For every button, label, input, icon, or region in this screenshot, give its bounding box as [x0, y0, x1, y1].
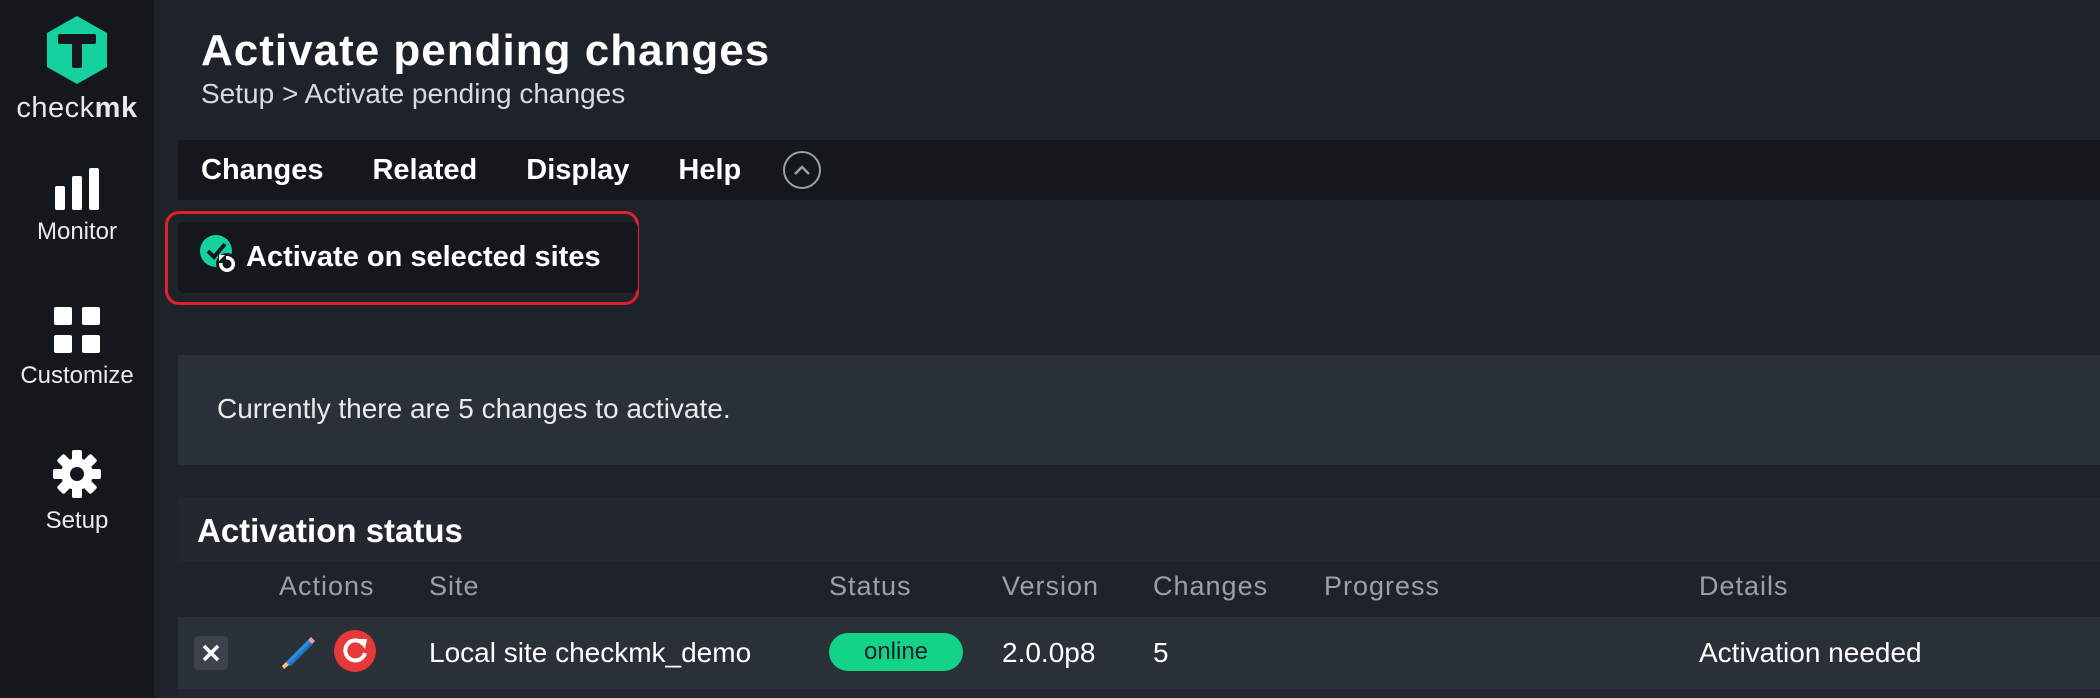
- close-icon: [202, 644, 220, 662]
- activation-status-title: Activation status: [197, 512, 463, 549]
- column-header-version: Version: [1002, 571, 1100, 601]
- edit-site-button[interactable]: [278, 633, 320, 678]
- logo-text: checkmk: [16, 92, 138, 124]
- site-details: Activation needed: [1699, 637, 1922, 668]
- sidebar-item-monitor[interactable]: Monitor: [0, 168, 154, 246]
- activate-selected-sites-label: Activate on selected sites: [246, 241, 601, 273]
- checkmk-logo-icon: [47, 16, 107, 84]
- restart-icon: [343, 638, 367, 663]
- site-select-checkbox[interactable]: [194, 636, 228, 670]
- menu-display[interactable]: Display: [526, 154, 629, 187]
- checkmk-logo[interactable]: checkmk: [0, 14, 154, 125]
- breadcrumb-setup-link[interactable]: Setup: [201, 78, 274, 109]
- site-changes-count: 5: [1153, 637, 1169, 668]
- column-header-details: Details: [1699, 571, 1789, 601]
- menu-help[interactable]: Help: [678, 154, 741, 187]
- site-name: Local site checkmk_demo: [429, 637, 752, 668]
- status-badge: online: [829, 633, 963, 671]
- sidebar-item-label: Customize: [20, 362, 134, 389]
- breadcrumb: Setup > Activate pending changes: [201, 78, 625, 110]
- column-header-site: Site: [429, 571, 480, 601]
- sidebar-item-label: Monitor: [36, 218, 118, 245]
- breadcrumb-separator: >: [281, 78, 299, 109]
- collapse-menu-button[interactable]: [783, 151, 822, 189]
- page-title: Activate pending changes: [201, 26, 771, 75]
- gear-icon: [53, 450, 101, 498]
- activate-check-icon: [198, 233, 240, 282]
- activate-selected-sites-button[interactable]: Activate on selected sites: [178, 222, 638, 293]
- column-header-changes: Changes: [1153, 571, 1269, 601]
- menu-related[interactable]: Related: [372, 154, 477, 187]
- grid-icon: [54, 307, 100, 353]
- chevron-up-icon: [794, 165, 811, 175]
- main-content: Activate pending changes Setup > Activat…: [154, 0, 2100, 698]
- column-header-actions: Actions: [279, 571, 375, 601]
- restart-site-button[interactable]: [334, 630, 376, 672]
- table-row: Local site checkmk_demo online 2.0.0p8 5…: [178, 617, 2100, 689]
- sidebar-item-setup[interactable]: Setup: [0, 449, 154, 535]
- pending-changes-message: Currently there are 5 changes to activat…: [217, 393, 731, 424]
- sidebar: checkmk Monitor Customize Setup: [0, 0, 154, 698]
- menu-changes[interactable]: Changes: [201, 154, 323, 187]
- activation-status-panel: Activation status Actions Site Status Ve…: [178, 497, 2100, 698]
- pencil-icon: [280, 637, 315, 671]
- page-menubar: Changes Related Display Help: [178, 140, 2100, 200]
- table-header: Actions Site Status Version Changes Prog…: [178, 561, 2100, 617]
- column-header-progress: Progress: [1324, 571, 1441, 601]
- info-message-box: Currently there are 5 changes to activat…: [178, 355, 2100, 465]
- site-version: 2.0.0p8: [1002, 637, 1096, 668]
- bar-chart-icon: [55, 168, 99, 210]
- sidebar-item-label: Setup: [45, 507, 109, 534]
- sidebar-item-customize[interactable]: Customize: [0, 306, 154, 390]
- column-header-status: Status: [829, 571, 912, 601]
- breadcrumb-current: Activate pending changes: [304, 78, 626, 109]
